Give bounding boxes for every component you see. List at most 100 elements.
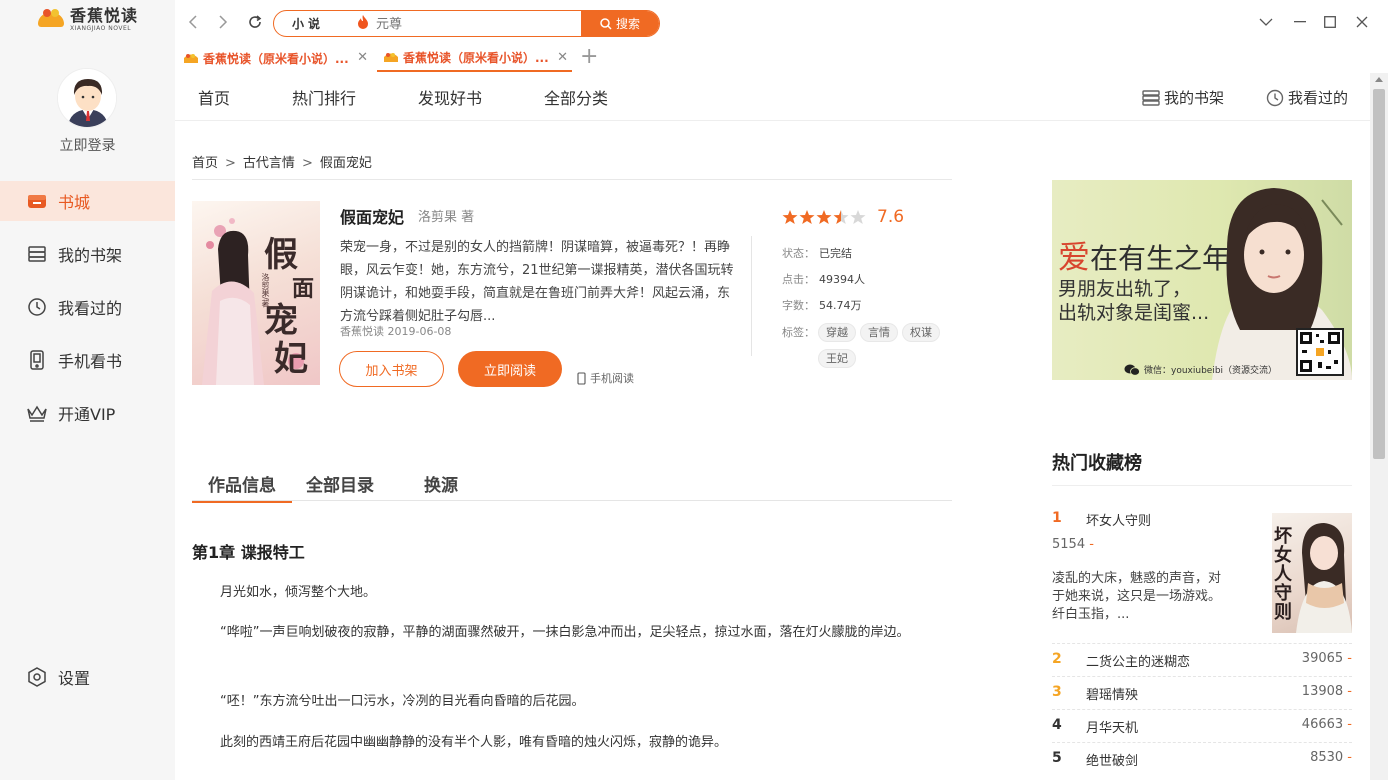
rank-count: 13908 - (1302, 684, 1352, 699)
close-icon (1356, 16, 1368, 28)
tab-close-icon[interactable]: ✕ (557, 50, 568, 65)
login-link[interactable]: 立即登录 (0, 135, 175, 155)
dropdown-button[interactable] (1257, 13, 1275, 31)
tag[interactable]: 权谋 (902, 323, 940, 342)
star-icon (850, 210, 866, 224)
rank-count: 5154 - (1052, 537, 1094, 552)
refresh-button[interactable] (245, 12, 265, 32)
tag[interactable]: 穿越 (818, 323, 856, 342)
rating: 7.6 (782, 207, 904, 227)
scrollbar[interactable] (1370, 73, 1388, 780)
status-value: 已完结 (819, 247, 852, 260)
rank-book-description: 凌乱的大床，魅惑的声音，对于她来说，这只是一场游戏。纤白玉指，... (1052, 571, 1222, 622)
tab-close-icon[interactable]: ✕ (357, 50, 368, 65)
nav-my-bookshelf[interactable]: 我的书架 (1142, 87, 1224, 108)
sidebar-item-vip[interactable]: 开通VIP (0, 393, 175, 433)
tab-logo-icon (183, 52, 199, 66)
rank-book-name[interactable]: 绝世破剑 (1086, 750, 1138, 769)
tag[interactable]: 言情 (860, 323, 898, 342)
read-now-button[interactable]: 立即阅读 (458, 351, 562, 387)
content-area: 首页 热门排行 发现好书 全部分类 我的书架 我看过的 首页 > 古代言情 > 假面宠妃 (175, 73, 1370, 780)
sidebar-item-label: 我的书架 (58, 246, 123, 265)
search-category-select[interactable]: 小说 (274, 15, 354, 32)
divider (1052, 643, 1352, 644)
status-label: 状态： (782, 247, 815, 260)
refresh-icon (249, 15, 262, 28)
settings-icon (26, 666, 48, 688)
sidebar-item-history[interactable]: 我看过的 (0, 287, 175, 327)
search-input[interactable] (372, 11, 581, 36)
bookstore-icon (26, 190, 48, 212)
book-status: 状态： 已完结 (782, 245, 852, 261)
rank-book-name[interactable]: 月华天机 (1086, 717, 1138, 736)
nav-hot-ranking[interactable]: 热门排行 (292, 85, 356, 109)
tab-label: 香蕉悦读（原米看小说）... (203, 52, 349, 66)
rank-count: 46663 - (1302, 717, 1352, 732)
rank-book-name[interactable]: 二货公主的迷糊恋 (1086, 651, 1190, 670)
nav-home[interactable]: 首页 (198, 85, 230, 109)
book-clicks: 点击： 49394人 (782, 271, 865, 287)
main-nav: 首页 热门排行 发现好书 全部分类 我的书架 我看过的 (175, 73, 1370, 121)
bookshelf-icon (1142, 89, 1160, 106)
rating-score: 7.6 (877, 207, 905, 227)
close-window-button[interactable] (1353, 13, 1371, 31)
search-button-label: 搜索 (615, 17, 640, 31)
sidebar-item-label: 设置 (58, 669, 91, 688)
book-meta: 香蕉悦读 2019-06-08 (340, 325, 452, 338)
sidebar-item-mobile[interactable]: 手机看书 (0, 340, 175, 380)
rank-dash: - (1347, 651, 1352, 666)
rank-dash: - (1089, 537, 1094, 552)
new-tab-button[interactable]: + (580, 45, 598, 69)
phone-icon (577, 371, 586, 385)
sidebar-item-bookstore[interactable]: 书城 (0, 181, 175, 221)
book-cover[interactable]: 假 面 宠 妃 洛剪果/著 (192, 201, 320, 385)
tab-logo-icon (383, 51, 399, 65)
scrollbar-thumb[interactable] (1373, 89, 1385, 459)
tab-2[interactable]: 香蕉悦读（原米看小说）... ✕ (377, 45, 572, 72)
chapter-title: 第1章 谍报特工 (192, 543, 305, 562)
forward-button[interactable] (213, 12, 233, 32)
tab-catalog[interactable]: 全部目录 (306, 471, 374, 496)
rank-book-name[interactable]: 坏女人守则 (1086, 510, 1151, 529)
sidebar-item-label: 书城 (58, 193, 91, 212)
clicks-label: 点击： (782, 273, 815, 286)
rank-book-name[interactable]: 碧瑶情殃 (1086, 684, 1138, 703)
nav-discover[interactable]: 发现好书 (418, 85, 482, 109)
nav-my-bookshelf-label: 我的书架 (1164, 89, 1225, 107)
rank-book-cover[interactable]: 坏女人守则 (1272, 513, 1352, 633)
ad-banner[interactable]: 爱在有生之年 男朋友出轨了， 出轨对象是闺蜜... 微信：youxiubeibi（… (1052, 180, 1352, 380)
breadcrumb-category[interactable]: 古代言情 (243, 156, 295, 171)
sidebar-item-settings[interactable]: 设置 (0, 657, 175, 697)
book-description: 荣宠一身，不过是别的女人的挡箭牌！阴谋暗算，被逼毒死？！再睁眼，风云乍变！她，东… (340, 240, 734, 324)
rank-count: 8530 - (1310, 750, 1352, 765)
mobile-read-link[interactable]: 手机阅读 (577, 370, 634, 386)
back-button[interactable] (183, 12, 203, 32)
breadcrumb-separator: > (225, 156, 236, 171)
minimize-icon (1294, 21, 1306, 23)
add-to-bookshelf-button[interactable]: 加入书架 (339, 351, 444, 387)
minimize-button[interactable] (1291, 13, 1309, 31)
breadcrumb-home[interactable]: 首页 (192, 156, 218, 171)
banner-headline: 爱在有生之年 (1058, 232, 1230, 278)
nav-categories[interactable]: 全部分类 (544, 85, 608, 109)
book-words: 字数： 54.74万 (782, 297, 862, 313)
app-window: 香蕉悦读 XIANGJIAO NOVEL 立即登录 书城 我的书架 我看过的 手… (0, 0, 1388, 780)
tag[interactable]: 王妃 (818, 349, 856, 368)
star-icon (782, 210, 798, 224)
nav-history[interactable]: 我看过的 (1266, 87, 1348, 108)
avatar[interactable] (57, 68, 117, 128)
star-icon (833, 210, 849, 224)
sidebar-item-bookshelf[interactable]: 我的书架 (0, 234, 175, 274)
banner-wechat-text: 微信：youxiubeibi（资源交流） (1144, 366, 1278, 376)
tab-change-source[interactable]: 换源 (424, 471, 458, 496)
scroll-up-arrow-icon[interactable] (1375, 77, 1383, 82)
tab-1[interactable]: 香蕉悦读（原米看小说）... ✕ (177, 45, 372, 72)
tab-book-info[interactable]: 作品信息 (192, 471, 292, 503)
logo-subtitle: XIANGJIAO NOVEL (70, 25, 132, 32)
book-author[interactable]: 洛剪果 著 (418, 206, 474, 225)
maximize-button[interactable] (1321, 13, 1339, 31)
search-button[interactable]: 搜索 (581, 11, 659, 36)
rank-count-value: 46663 (1301, 717, 1344, 732)
cover-title-char: 假 (264, 235, 298, 275)
rank-count: 39065 - (1302, 651, 1352, 666)
